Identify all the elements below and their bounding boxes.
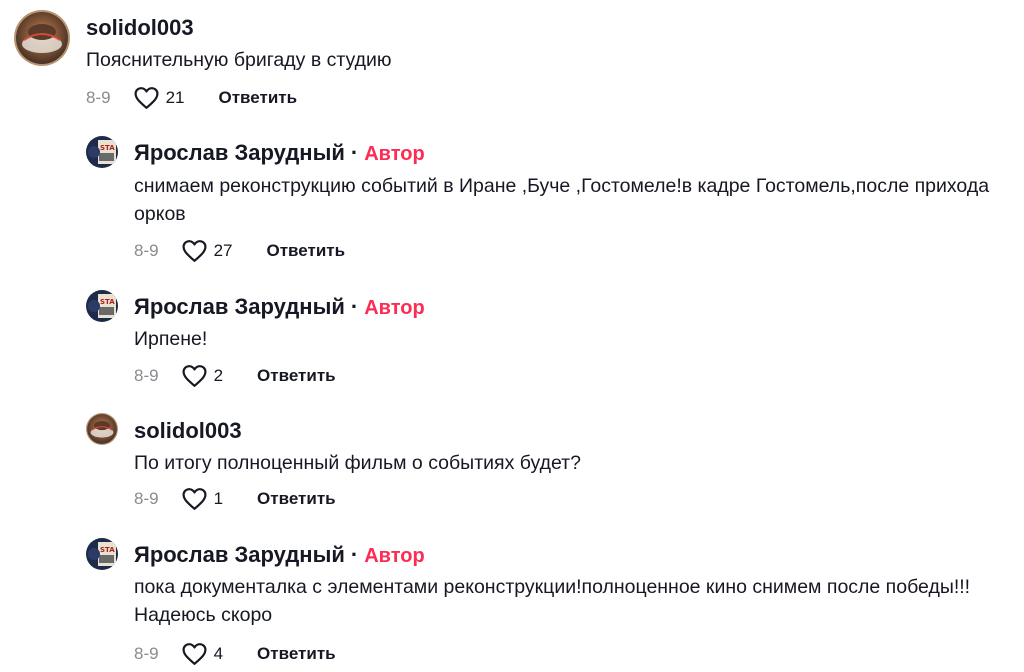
reply-button[interactable]: Ответить: [257, 366, 336, 386]
author-badge: Автор: [364, 545, 425, 567]
comment-meta: 8-9 1 Ответить: [134, 485, 336, 513]
reply-button[interactable]: Ответить: [257, 644, 336, 664]
separator: ·: [350, 542, 359, 567]
comment-date: 8-9: [134, 489, 159, 508]
separator: ·: [350, 140, 359, 165]
comment-username: Ярослав Зарудный · Автор: [134, 542, 425, 569]
svg-text:STA: STA: [100, 546, 115, 554]
reply-button[interactable]: Ответить: [257, 489, 336, 509]
comment-username[interactable]: solidol003: [86, 15, 194, 41]
heart-outline-icon: [134, 87, 159, 109]
comment-text: По итогу полноценный фильм о событиях бу…: [134, 452, 581, 474]
comment-text: Пояснительную бригаду в студию: [86, 49, 392, 71]
comment-text: снимаем реконструкцию событий в Иране ,Б…: [134, 175, 990, 225]
like-count: 21: [165, 88, 185, 107]
comment-date: 8-9: [86, 88, 111, 107]
avatar-image: [86, 413, 118, 445]
like-button[interactable]: 27: [181, 239, 233, 263]
author-badge: Автор: [364, 297, 425, 319]
reply-button[interactable]: Ответить: [267, 241, 346, 261]
separator: ·: [350, 294, 359, 319]
heart-outline-icon: [182, 240, 207, 262]
comment-meta: 8-9 27 Ответить: [134, 237, 345, 265]
comment-meta: 8-9 2 Ответить: [134, 362, 336, 390]
comment-text: пока документалка с элементами реконстру…: [134, 576, 971, 626]
comment-date: 8-9: [134, 644, 159, 663]
like-count: 2: [213, 366, 224, 385]
username-link[interactable]: Ярослав Зарудный: [134, 542, 345, 567]
svg-text:STA: STA: [100, 298, 115, 306]
svg-text:STA: STA: [100, 144, 115, 152]
avatar[interactable]: STA: [86, 136, 118, 168]
heart-outline-icon: [182, 643, 207, 665]
comment-username: Ярослав Зарудный · Автор: [134, 140, 425, 167]
username-link[interactable]: Ярослав Зарудный: [134, 140, 345, 165]
avatar[interactable]: STA: [86, 290, 118, 322]
like-button[interactable]: 2: [181, 364, 223, 388]
avatar[interactable]: [14, 10, 70, 66]
like-button[interactable]: 1: [181, 487, 223, 511]
comment-text: Ирпене!: [134, 328, 208, 350]
avatar-image: STA: [86, 290, 118, 322]
like-count: 27: [213, 241, 233, 260]
like-button[interactable]: 4: [181, 642, 223, 666]
avatar[interactable]: [86, 413, 118, 445]
avatar-image: STA: [86, 538, 118, 570]
reply-button[interactable]: Ответить: [219, 88, 298, 108]
avatar-image: [14, 10, 70, 66]
like-count: 1: [213, 489, 224, 508]
comment-date: 8-9: [134, 241, 159, 260]
like-count: 4: [213, 644, 224, 663]
heart-outline-icon: [182, 488, 207, 510]
comment-meta: 8-9 21 Ответить: [86, 84, 297, 112]
heart-outline-icon: [182, 365, 207, 387]
author-badge: Автор: [364, 143, 425, 165]
avatar-image: STA: [86, 136, 118, 168]
like-button[interactable]: 21: [133, 86, 185, 110]
comment-username: Ярослав Зарудный · Автор: [134, 294, 425, 321]
avatar[interactable]: STA: [86, 538, 118, 570]
comment-meta: 8-9 4 Ответить: [134, 640, 336, 668]
username-link[interactable]: Ярослав Зарудный: [134, 294, 345, 319]
comment-username[interactable]: solidol003: [134, 418, 242, 444]
comment-date: 8-9: [134, 366, 159, 385]
